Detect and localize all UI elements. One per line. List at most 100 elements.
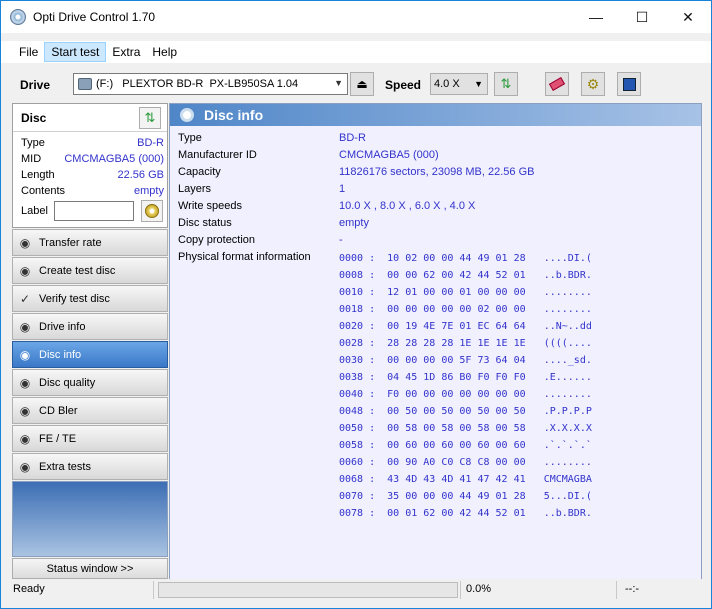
nav-drive-info[interactable]: ◉ Drive info bbox=[12, 313, 168, 340]
settings-button[interactable]: ⚙ bbox=[581, 72, 605, 96]
nav-label: Verify test disc bbox=[39, 292, 110, 305]
nav-fe-te[interactable]: ◉ FE / TE bbox=[12, 425, 168, 452]
info-value: 1 bbox=[339, 183, 346, 195]
eject-icon: ⏏ bbox=[356, 77, 368, 91]
close-button[interactable]: ✕ bbox=[665, 1, 711, 33]
app-window: Opti Drive Control 1.70 — ☐ ✕ File Start… bbox=[0, 0, 712, 609]
info-value: 11826176 sectors, 23098 MB, 22.56 GB bbox=[339, 166, 535, 178]
refresh-speed-button[interactable]: ⇅ bbox=[494, 72, 518, 96]
disc-info-panel: Disc info Type BD-R Manufacturer ID CMCM… bbox=[169, 103, 702, 579]
drive-label: Drive bbox=[20, 78, 51, 92]
info-key: Physical format information bbox=[178, 251, 311, 263]
nav-disc-quality[interactable]: ◉ Disc quality bbox=[12, 369, 168, 396]
nav-label: Extra tests bbox=[39, 460, 91, 473]
disc-row-value: 22.56 GB bbox=[117, 169, 164, 181]
disc-info-icon: ◉ bbox=[19, 347, 31, 362]
disc-info-header: Disc info bbox=[170, 104, 701, 126]
info-value: empty bbox=[339, 217, 369, 229]
save-icon bbox=[622, 77, 636, 91]
progress-percent: 0.0% bbox=[466, 583, 492, 595]
chevron-down-icon: ▼ bbox=[334, 78, 343, 88]
nav-background-panel bbox=[12, 481, 168, 557]
nav-label: Create test disc bbox=[39, 264, 116, 277]
nav-transfer-rate[interactable]: ◉ Transfer rate bbox=[12, 229, 168, 256]
menu-help[interactable]: Help bbox=[146, 42, 183, 62]
disc-quality-icon: ◉ bbox=[19, 375, 31, 390]
cd-icon bbox=[145, 204, 159, 218]
elapsed-time: --:- bbox=[625, 583, 640, 595]
toolbar: Drive (F:) PLEXTOR BD-R PX-LB950SA 1.04 … bbox=[1, 69, 711, 101]
hex-line: 0028 : 28 28 28 28 1E 1E 1E 1E ((((.... bbox=[339, 338, 592, 349]
hex-line: 0038 : 04 45 1D 86 B0 F0 F0 F0 .E...... bbox=[339, 372, 592, 383]
info-row-copy-protection: Copy protection - bbox=[178, 234, 698, 251]
nav-label: Disc info bbox=[39, 348, 82, 361]
disc-label-label: Label bbox=[21, 205, 48, 217]
info-row-type: Type BD-R bbox=[178, 132, 698, 149]
status-divider bbox=[153, 581, 154, 599]
drive-icon bbox=[78, 78, 92, 90]
nav-label: FE / TE bbox=[39, 432, 77, 445]
hex-line: 0010 : 12 01 00 00 01 00 00 00 ........ bbox=[339, 287, 592, 298]
erase-button[interactable] bbox=[545, 72, 569, 96]
hex-line: 0030 : 00 00 00 00 5F 73 64 04 ...._sd. bbox=[339, 355, 592, 366]
drive-select-value: (F:) PLEXTOR BD-R PX-LB950SA 1.04 bbox=[96, 78, 299, 90]
gears-icon: ⚙ bbox=[586, 75, 600, 92]
hex-line: 0070 : 35 00 00 00 44 49 01 28 5...DI.( bbox=[339, 491, 592, 502]
disc-refresh-button[interactable]: ⇅ bbox=[139, 107, 161, 129]
eraser-icon bbox=[548, 77, 566, 91]
disc-label-input[interactable] bbox=[54, 201, 134, 221]
disc-row-key: Contents bbox=[21, 185, 66, 197]
menu-start-test[interactable]: Start test bbox=[44, 42, 107, 62]
status-divider bbox=[460, 581, 461, 599]
app-icon bbox=[10, 9, 26, 25]
speed-select[interactable]: 4.0 X ▼ bbox=[430, 73, 488, 95]
hex-line: 0058 : 00 60 00 60 00 60 00 60 .`.`.`.` bbox=[339, 440, 592, 451]
cd-bler-icon: ◉ bbox=[19, 403, 31, 418]
disc-row-key: MID bbox=[21, 153, 42, 165]
window-title: Opti Drive Control 1.70 bbox=[33, 10, 156, 24]
fe-te-icon: ◉ bbox=[19, 431, 31, 446]
test-nav: ◉ Transfer rate ◉ Create test disc ✓ Ver… bbox=[12, 229, 168, 481]
info-value: 10.0 X , 8.0 X , 6.0 X , 4.0 X bbox=[339, 200, 476, 212]
create-test-disc-icon: ◉ bbox=[19, 263, 31, 278]
info-key: Write speeds bbox=[178, 200, 242, 212]
info-key: Capacity bbox=[178, 166, 221, 178]
menu-file[interactable]: File bbox=[13, 42, 44, 62]
info-key: Manufacturer ID bbox=[178, 149, 257, 161]
disc-row-length: Length 22.56 GB bbox=[21, 169, 164, 185]
disc-info-title: Disc info bbox=[204, 107, 264, 123]
drive-select[interactable]: (F:) PLEXTOR BD-R PX-LB950SA 1.04 ▼ bbox=[73, 73, 348, 95]
menu-extra[interactable]: Extra bbox=[106, 42, 146, 62]
status-bar: Ready 0.0% --:- bbox=[1, 580, 711, 600]
status-divider bbox=[616, 581, 617, 599]
speed-select-value: 4.0 X bbox=[434, 78, 460, 90]
nav-label: Disc quality bbox=[39, 376, 96, 389]
maximize-button[interactable]: ☐ bbox=[619, 1, 665, 33]
left-panel: Disc ⇅ Type BD-R MID CMCMAGBA5 (000) Len… bbox=[12, 103, 168, 579]
progress-bar bbox=[158, 582, 458, 598]
hex-line: 0020 : 00 19 4E 7E 01 EC 64 64 ..N~..dd bbox=[339, 321, 592, 332]
hex-line: 0078 : 00 01 62 00 42 44 52 01 ..b.BDR. bbox=[339, 508, 592, 519]
hex-line: 0048 : 00 50 00 50 00 50 00 50 .P.P.P.P bbox=[339, 406, 592, 417]
status-window-button[interactable]: Status window >> bbox=[12, 558, 168, 579]
status-text: Ready bbox=[13, 583, 45, 595]
nav-create-test-disc[interactable]: ◉ Create test disc bbox=[12, 257, 168, 284]
title-bar: Opti Drive Control 1.70 — ☐ ✕ bbox=[1, 1, 711, 33]
hex-line: 0000 : 10 02 00 00 44 49 01 28 ....DI.( bbox=[339, 253, 592, 264]
nav-cd-bler[interactable]: ◉ CD Bler bbox=[12, 397, 168, 424]
nav-verify-test-disc[interactable]: ✓ Verify test disc bbox=[12, 285, 168, 312]
info-key: Disc status bbox=[178, 217, 232, 229]
minimize-button[interactable]: — bbox=[573, 1, 619, 33]
disc-label-button[interactable] bbox=[141, 200, 163, 222]
save-button[interactable] bbox=[617, 72, 641, 96]
info-key: Copy protection bbox=[178, 234, 256, 246]
disc-row-mid: MID CMCMAGBA5 (000) bbox=[21, 153, 164, 169]
nav-extra-tests[interactable]: ◉ Extra tests bbox=[12, 453, 168, 480]
hex-line: 0040 : F0 00 00 00 00 00 00 00 ........ bbox=[339, 389, 592, 400]
disc-row-value: empty bbox=[134, 185, 164, 197]
eject-button[interactable]: ⏏ bbox=[350, 72, 374, 96]
hex-line: 0068 : 43 4D 43 4D 41 47 42 41 CMCMAGBA bbox=[339, 474, 592, 485]
nav-label: CD Bler bbox=[39, 404, 78, 417]
info-row-layers: Layers 1 bbox=[178, 183, 698, 200]
nav-disc-info[interactable]: ◉ Disc info bbox=[12, 341, 168, 368]
